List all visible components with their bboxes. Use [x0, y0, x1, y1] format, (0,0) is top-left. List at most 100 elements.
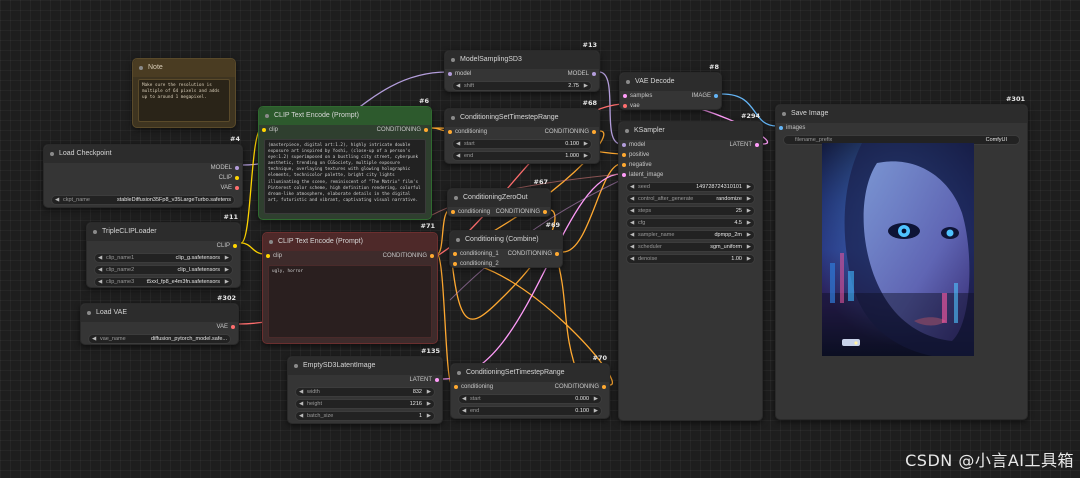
collapse-dot-icon[interactable]	[451, 116, 455, 120]
generated-image-preview[interactable]	[822, 143, 974, 356]
increment-arrow-icon[interactable]: ▶	[747, 219, 751, 227]
input-dot-vae[interactable]	[623, 104, 627, 108]
start-widget[interactable]: ◀ start 0.100 ▶	[452, 139, 592, 149]
input-dot-model[interactable]	[448, 72, 452, 76]
prev-arrow-icon[interactable]: ◀	[92, 335, 96, 343]
increment-arrow-icon[interactable]: ▶	[747, 183, 751, 191]
decrement-arrow-icon[interactable]: ◀	[630, 255, 634, 263]
decrement-arrow-icon[interactable]: ◀	[299, 412, 303, 420]
input-dot-images[interactable]	[779, 126, 783, 130]
decrement-arrow-icon[interactable]: ◀	[299, 388, 303, 396]
collapse-dot-icon[interactable]	[87, 311, 91, 315]
next-arrow-icon[interactable]: ▶	[225, 278, 229, 286]
increment-arrow-icon[interactable]: ▶	[427, 400, 431, 408]
shift-widget[interactable]: ◀ shift 2.75 ▶	[452, 81, 592, 91]
increment-arrow-icon[interactable]: ▶	[584, 140, 588, 148]
collapse-dot-icon[interactable]	[451, 58, 455, 62]
collapse-dot-icon[interactable]	[50, 152, 54, 156]
model-sampling-sd3-node[interactable]: #13 ModelSamplingSD3 model MODEL ◀ shift…	[444, 41, 600, 92]
collapse-dot-icon[interactable]	[454, 196, 458, 200]
collapse-dot-icon[interactable]	[782, 112, 786, 116]
triple-clip-loader-node[interactable]: #11 TripleCLIPLoader CLIP ◀ clip_name1 c…	[86, 213, 241, 288]
input-dot-conditioning-2[interactable]	[453, 262, 457, 266]
decrement-arrow-icon[interactable]: ◀	[456, 152, 460, 160]
scheduler-widget[interactable]: ◀ scheduler sgm_uniform ▶	[626, 242, 755, 252]
collapse-dot-icon[interactable]	[626, 80, 630, 84]
clip-text-encode-positive-node[interactable]: #6 CLIP Text Encode (Prompt) clip CONDIT…	[258, 97, 432, 220]
increment-arrow-icon[interactable]: ▶	[747, 207, 751, 215]
output-dot-model[interactable]	[235, 166, 239, 170]
collapse-dot-icon[interactable]	[269, 240, 273, 244]
collapse-dot-icon[interactable]	[625, 129, 629, 133]
collapse-dot-icon[interactable]	[457, 371, 461, 375]
output-dot-conditioning[interactable]	[555, 252, 559, 256]
decrement-arrow-icon[interactable]: ◀	[630, 183, 634, 191]
load-vae-node[interactable]: #302 Load VAE VAE ◀ vae_name diffusion_p…	[80, 294, 239, 345]
sampler-name-widget[interactable]: ◀ sampler_name dpmpp_2m ▶	[626, 230, 755, 240]
prev-arrow-icon[interactable]: ◀	[630, 231, 634, 239]
clip-name3-widget[interactable]: ◀ clip_name3 t5xxl_fp8_e4m3fn.safetensor…	[94, 277, 233, 287]
collapse-dot-icon[interactable]	[456, 238, 460, 242]
increment-arrow-icon[interactable]: ▶	[747, 255, 751, 263]
input-dot-conditioning[interactable]	[451, 210, 455, 214]
output-dot-conditioning[interactable]	[424, 128, 428, 132]
prev-arrow-icon[interactable]: ◀	[630, 195, 634, 203]
prompt-textarea[interactable]: (masterpiece, digital art:1.2), highly i…	[264, 139, 426, 214]
note-node[interactable]: Note Make sure the resolution is multipl…	[132, 58, 236, 128]
vae-decode-node[interactable]: #8 VAE Decode samples IMAGE vae	[619, 63, 722, 110]
empty-sd3-latent-image-node[interactable]: #135 EmptySD3LatentImage LATENT ◀ width …	[287, 347, 443, 424]
conditioning-set-timestep-range-node-2[interactable]: #70 ConditioningSetTimestepRange conditi…	[450, 354, 610, 419]
note-text[interactable]: Make sure the resolution is multiple of …	[138, 79, 230, 122]
output-dot-clip[interactable]	[233, 244, 237, 248]
output-dot-vae[interactable]	[235, 186, 239, 190]
collapse-dot-icon[interactable]	[294, 364, 298, 368]
output-dot-clip[interactable]	[235, 176, 239, 180]
decrement-arrow-icon[interactable]: ◀	[462, 407, 466, 415]
collapse-dot-icon[interactable]	[93, 230, 97, 234]
cfg-widget[interactable]: ◀ cfg 4.5 ▶	[626, 218, 755, 228]
end-widget[interactable]: ◀ end 0.100 ▶	[458, 406, 602, 416]
output-dot-model[interactable]	[592, 72, 596, 76]
input-dot-clip[interactable]	[266, 254, 270, 258]
input-dot-positive[interactable]	[622, 153, 626, 157]
output-dot-conditioning[interactable]	[430, 254, 434, 258]
increment-arrow-icon[interactable]: ▶	[584, 152, 588, 160]
output-dot-vae[interactable]	[231, 325, 235, 329]
output-dot-latent[interactable]	[755, 143, 759, 147]
height-widget[interactable]: ◀ height 1216 ▶	[295, 399, 435, 409]
decrement-arrow-icon[interactable]: ◀	[456, 140, 460, 148]
prev-arrow-icon[interactable]: ◀	[55, 196, 59, 204]
width-widget[interactable]: ◀ width 832 ▶	[295, 387, 435, 397]
end-widget[interactable]: ◀ end 1.000 ▶	[452, 151, 592, 161]
decrement-arrow-icon[interactable]: ◀	[456, 82, 460, 90]
next-arrow-icon[interactable]: ▶	[747, 195, 751, 203]
control-after-generate-widget[interactable]: ◀ control_after_generate randomize ▶	[626, 194, 755, 204]
prev-arrow-icon[interactable]: ◀	[630, 243, 634, 251]
seed-widget[interactable]: ◀ seed 149728724310101 ▶	[626, 182, 755, 192]
conditioning-combine-node[interactable]: #69 Conditioning (Combine) conditioning_…	[449, 221, 563, 268]
input-dot-conditioning-1[interactable]	[453, 252, 457, 256]
next-arrow-icon[interactable]: ▶	[747, 243, 751, 251]
increment-arrow-icon[interactable]: ▶	[427, 412, 431, 420]
input-dot-latent-image[interactable]	[622, 173, 626, 177]
output-dot-conditioning[interactable]	[592, 130, 596, 134]
conditioning-zero-out-node[interactable]: #67 ConditioningZeroOut conditioning CON…	[447, 178, 551, 217]
increment-arrow-icon[interactable]: ▶	[594, 407, 598, 415]
output-dot-image[interactable]	[714, 94, 718, 98]
increment-arrow-icon[interactable]: ▶	[584, 82, 588, 90]
next-arrow-icon[interactable]: ▶	[747, 231, 751, 239]
clip-text-encode-negative-node[interactable]: #71 CLIP Text Encode (Prompt) clip CONDI…	[262, 222, 438, 344]
input-dot-negative[interactable]	[622, 163, 626, 167]
vae-name-widget[interactable]: ◀ vae_name diffusion_pytorch_model.safe.…	[88, 334, 231, 344]
increment-arrow-icon[interactable]: ▶	[427, 388, 431, 396]
clip-name1-widget[interactable]: ◀ clip_name1 clip_g.safetensors ▶	[94, 253, 233, 263]
prompt-textarea[interactable]: ugly, horror	[268, 265, 432, 338]
input-dot-conditioning[interactable]	[454, 385, 458, 389]
prev-arrow-icon[interactable]: ◀	[98, 266, 102, 274]
next-arrow-icon[interactable]: ▶	[225, 266, 229, 274]
start-widget[interactable]: ◀ start 0.000 ▶	[458, 394, 602, 404]
input-dot-clip[interactable]	[262, 128, 266, 132]
input-dot-model[interactable]	[622, 143, 626, 147]
decrement-arrow-icon[interactable]: ◀	[630, 219, 634, 227]
denoise-widget[interactable]: ◀ denoise 1.00 ▶	[626, 254, 755, 264]
